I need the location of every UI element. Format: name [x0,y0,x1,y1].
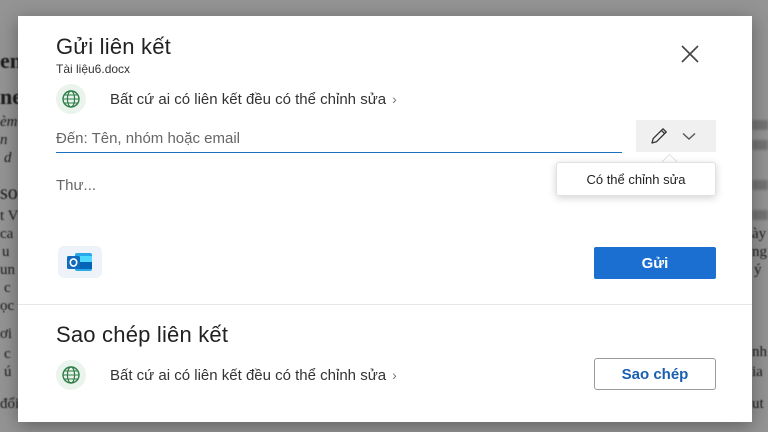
message-input[interactable] [56,170,536,200]
close-button[interactable] [678,42,702,66]
chevron-right-icon: › [392,91,397,107]
link-permission-setting[interactable]: Bất cứ ai có liên kết đều có thể chỉnh s… [110,91,397,108]
file-name: Tài liệu6.docx [56,62,131,76]
copy-button[interactable]: Sao chép [594,358,716,390]
share-dialog: Gửi liên kết Tài liệu6.docx Bất cứ ai có… [18,16,752,422]
copy-link-permission-setting[interactable]: Bất cứ ai có liên kết đều có thể chỉnh s… [110,367,397,384]
outlook-icon [67,253,92,271]
copy-link-permission-label: Bất cứ ai có liên kết đều có thể chỉnh s… [110,367,387,384]
close-icon [681,45,699,63]
pencil-icon [651,128,667,144]
outlook-button[interactable] [58,246,102,278]
permission-tooltip: Có thể chỉnh sửa [556,162,716,196]
permission-dropdown[interactable] [636,120,716,152]
chevron-down-icon [682,132,696,140]
dialog-title: Gửi liên kết [56,34,171,59]
link-permission-label: Bất cứ ai có liên kết đều có thể chỉnh s… [110,91,387,108]
section-divider [18,304,752,305]
globe-icon [56,360,86,390]
send-button[interactable]: Gửi [594,247,716,279]
chevron-right-icon: › [392,367,397,383]
globe-icon [56,84,86,114]
recipient-input[interactable] [56,124,622,153]
copy-link-title: Sao chép liên kết [56,322,229,347]
